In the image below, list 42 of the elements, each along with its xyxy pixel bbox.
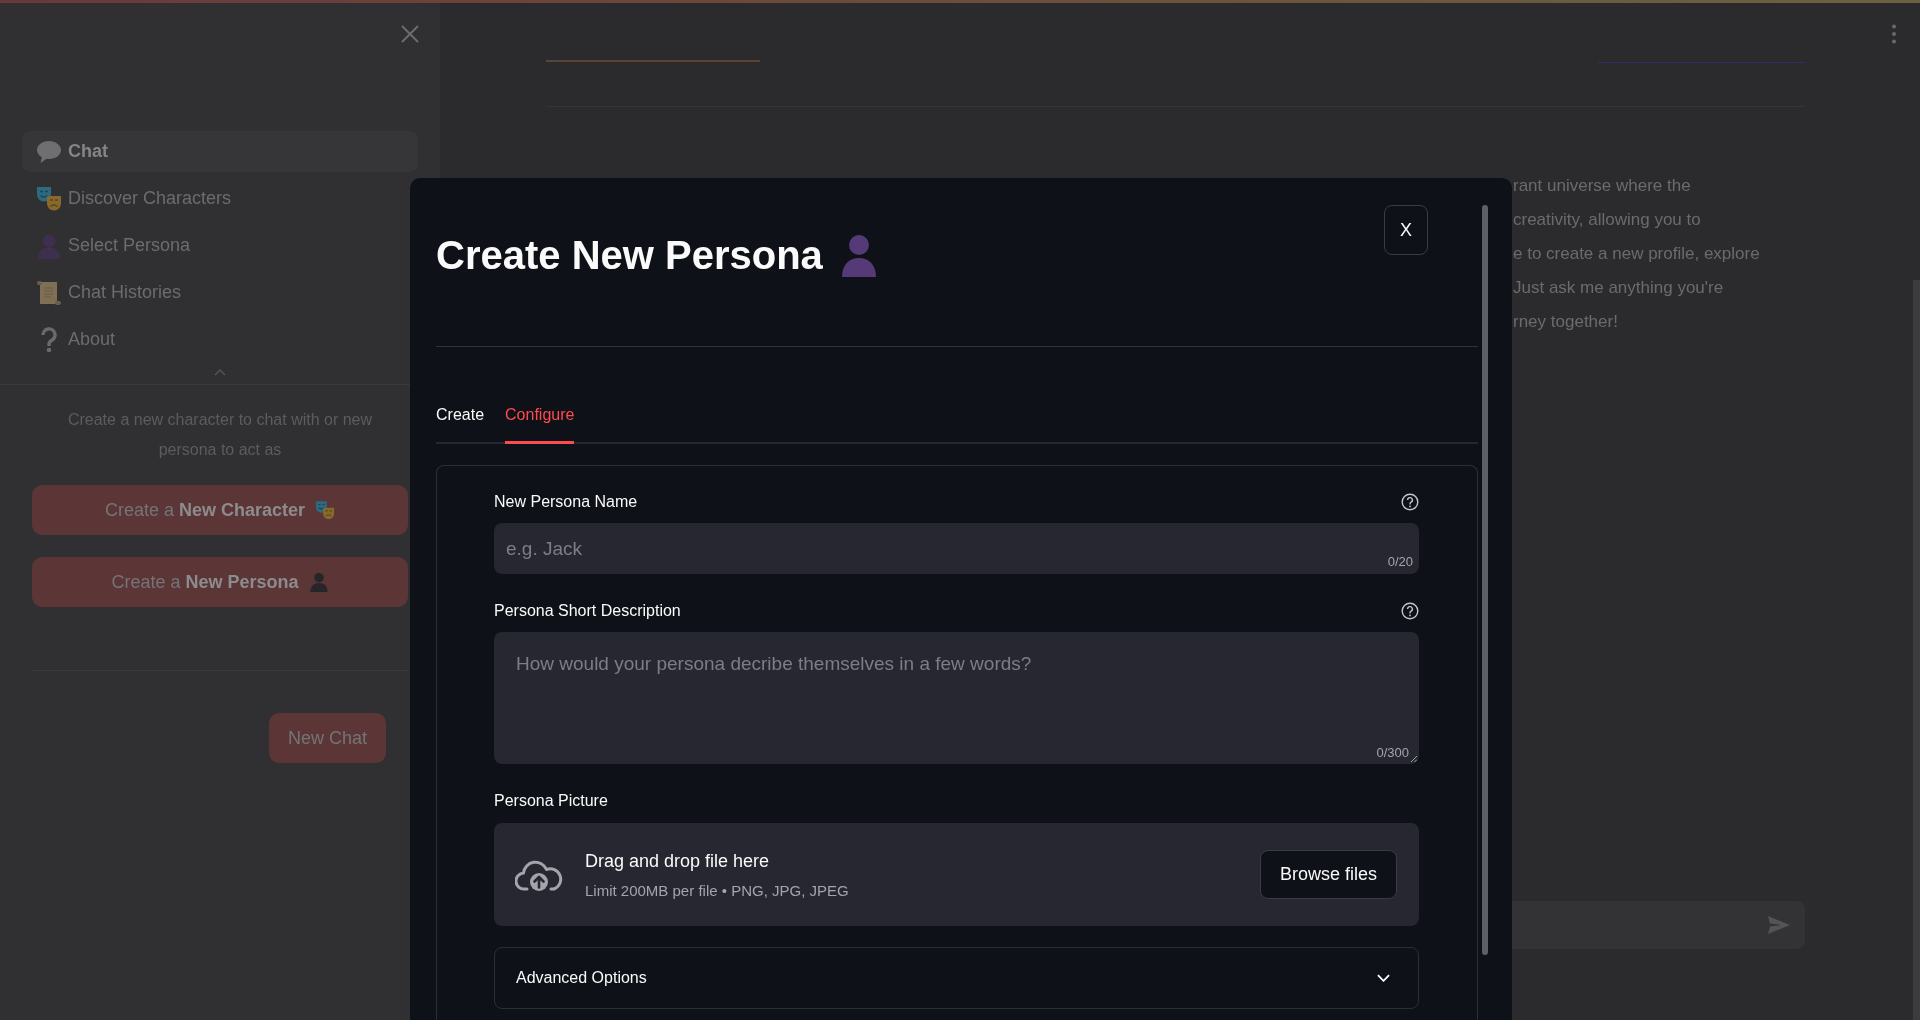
- chat-message-text: rney together!: [1513, 311, 1618, 333]
- close-button[interactable]: X: [1384, 205, 1428, 255]
- dropzone-text: Drag and drop file here: [585, 850, 771, 873]
- character-counter: 0/20: [1387, 554, 1413, 570]
- tab[interactable]: Configure: [505, 403, 575, 444]
- nav-link[interactable]: Chat Histories: [68, 279, 182, 306]
- field-label: Persona Picture: [494, 791, 608, 811]
- send-icon[interactable]: [1767, 915, 1791, 935]
- chat-message-text: rant universe where the: [1513, 175, 1691, 197]
- scroll-icon: [36, 279, 62, 306]
- nav-item[interactable]: Chat: [22, 131, 418, 172]
- character-counter: 0/300: [1376, 745, 1409, 761]
- advanced-options-expander[interactable]: Advanced Options: [494, 947, 1419, 1009]
- new-chat-button[interactable]: New Chat: [269, 713, 386, 763]
- nav-link[interactable]: About: [68, 326, 116, 353]
- browse-files-button[interactable]: Browse files: [1260, 850, 1397, 899]
- field-label: New Persona Name: [494, 492, 638, 512]
- help-icon[interactable]: [1401, 493, 1419, 511]
- chat-message-text: e to create a new profile, explore: [1513, 243, 1760, 265]
- more-options-icon[interactable]: [1892, 24, 1896, 44]
- nav-link[interactable]: Select Persona: [68, 232, 191, 259]
- close-icon[interactable]: [400, 24, 420, 44]
- person-silhouette-icon: [36, 232, 62, 259]
- theater-masks-icon: [36, 185, 62, 212]
- create-button[interactable]: Create a New Persona: [32, 557, 408, 607]
- scrollbar-thumb[interactable]: [1482, 205, 1488, 955]
- chat-message-text: creativity, allowing you to: [1513, 209, 1701, 231]
- field-label: Persona Short Description: [494, 601, 681, 621]
- theater-masks-icon: [315, 500, 336, 520]
- chevron-up-icon[interactable]: [214, 369, 226, 376]
- file-limit-text: Limit 200MB per file • PNG, JPG, JPEG: [585, 881, 849, 901]
- person-silhouette-icon: [308, 572, 329, 592]
- chat-message-text: Just ask me anything you're: [1513, 277, 1724, 299]
- modal-title: Create New Persona: [436, 232, 823, 279]
- file-dropzone[interactable]: Drag and drop file here Limit 200MB per file • PNG, JPG, JPEG Browse files: [494, 823, 1419, 926]
- resize-handle-icon[interactable]: [1410, 755, 1417, 762]
- chat-input-field[interactable]: [1512, 901, 1805, 949]
- help-icon[interactable]: [1401, 602, 1419, 620]
- speech-bubble-icon: [36, 138, 62, 165]
- nav-link[interactable]: Discover Characters: [68, 185, 232, 212]
- tab[interactable]: Create: [436, 403, 485, 444]
- create-button[interactable]: Create a New Character: [32, 485, 408, 535]
